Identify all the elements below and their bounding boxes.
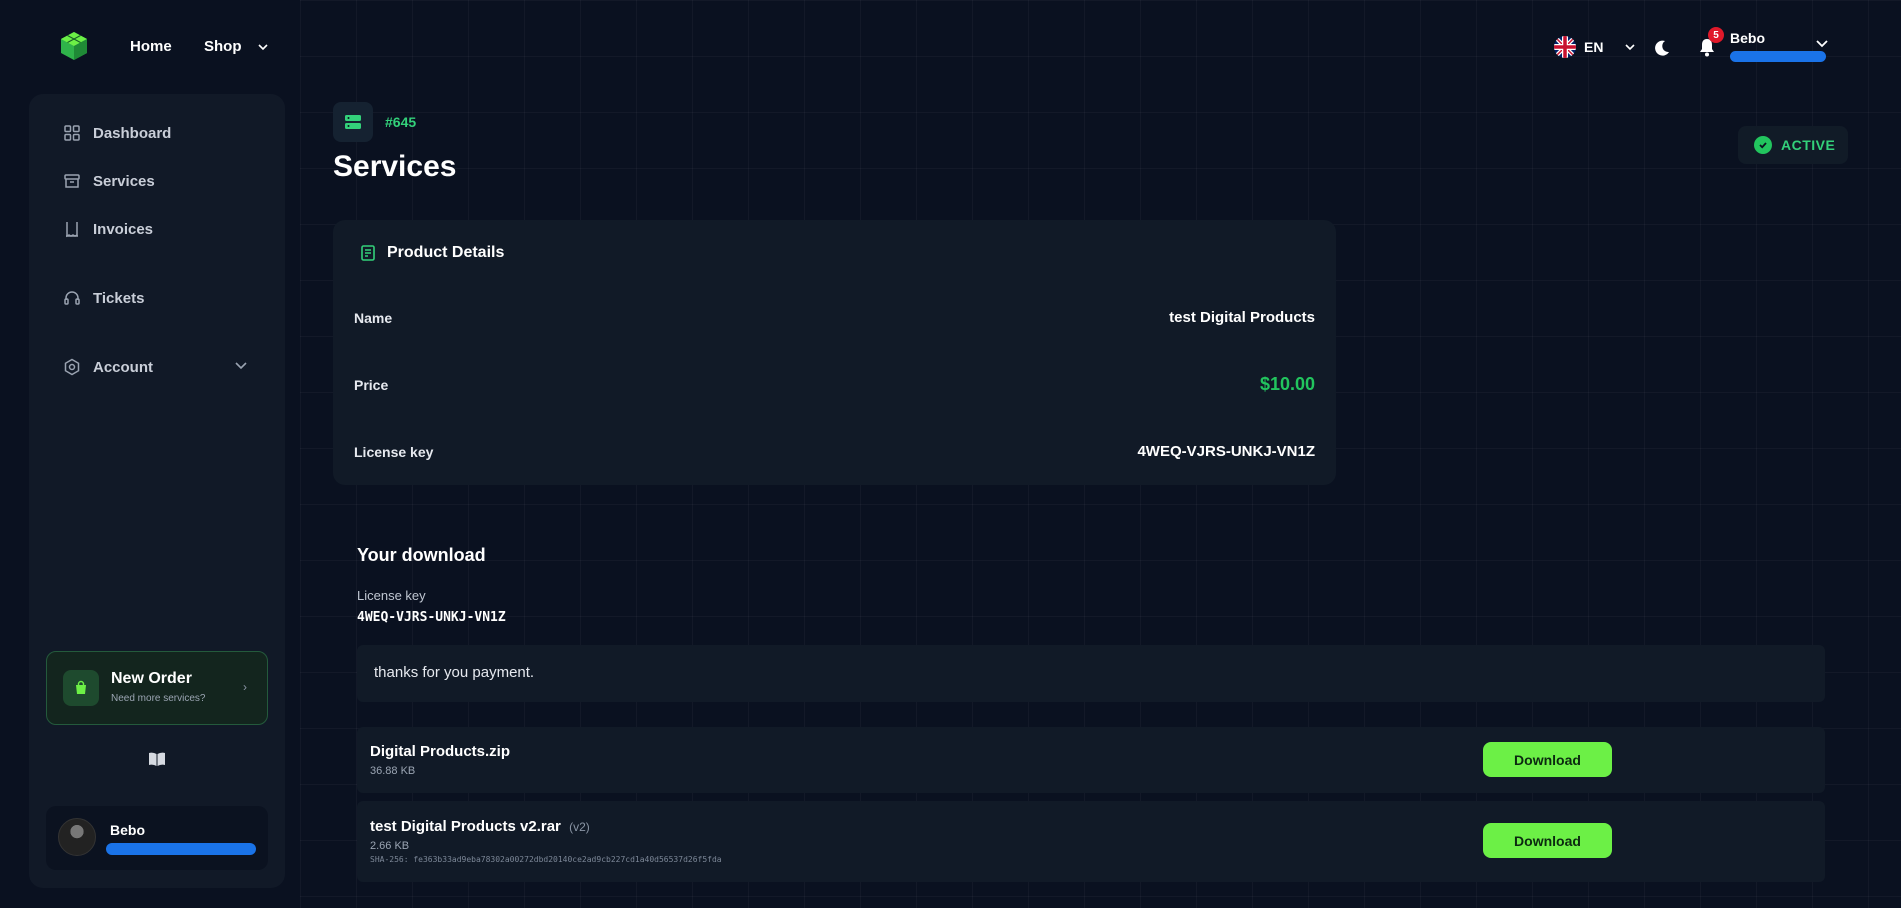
page-title: Services bbox=[333, 150, 457, 183]
sidebar-item-label: Services bbox=[93, 172, 155, 190]
file-version: (v2) bbox=[569, 820, 590, 834]
file-name: Digital Products.zip bbox=[370, 743, 510, 760]
language-code: EN bbox=[1584, 39, 1604, 55]
sidebar-item-label: Dashboard bbox=[93, 124, 172, 142]
service-id: #645 bbox=[385, 114, 417, 130]
sidebar-item-label: Account bbox=[93, 358, 153, 376]
sidebar-item-services[interactable]: Services bbox=[63, 172, 155, 190]
shopping-bag-icon bbox=[63, 670, 99, 706]
cube-logo-icon[interactable] bbox=[58, 30, 90, 62]
moon-icon[interactable] bbox=[1652, 38, 1672, 58]
product-details-card: Product Details Name test Digital Produc… bbox=[333, 220, 1336, 485]
check-circle-icon bbox=[1754, 136, 1772, 154]
sidebar-item-dashboard[interactable]: Dashboard bbox=[63, 124, 171, 142]
user-name: Bebo bbox=[110, 822, 145, 838]
download-license-label: License key bbox=[357, 588, 426, 603]
card-header: Product Details bbox=[359, 244, 504, 262]
headset-icon bbox=[64, 291, 80, 305]
file-size: 36.88 KB bbox=[370, 765, 416, 777]
name-value: test Digital Products bbox=[1169, 309, 1315, 326]
chevron-right-icon: › bbox=[243, 680, 247, 694]
chevron-down-icon[interactable] bbox=[1816, 40, 1828, 48]
download-button[interactable]: Download bbox=[1483, 742, 1612, 777]
new-order-title: New Order bbox=[111, 670, 192, 687]
receipt-icon bbox=[66, 222, 78, 238]
notification-badge: 5 bbox=[1708, 27, 1724, 43]
file-size: 2.66 KB bbox=[370, 840, 410, 852]
file-sha256: SHA-256: fe363b33ad9eba78302a00272dbd201… bbox=[370, 855, 722, 864]
grid-icon bbox=[64, 125, 80, 141]
sidebar-item-invoices[interactable]: Invoices bbox=[63, 220, 153, 238]
sidebar-item-account[interactable]: Account bbox=[63, 358, 153, 376]
download-button[interactable]: Download bbox=[1483, 823, 1612, 858]
chevron-down-icon[interactable] bbox=[235, 362, 247, 370]
sidebar-item-tickets[interactable]: Tickets bbox=[63, 289, 144, 307]
nav-shop-link[interactable]: Shop bbox=[204, 38, 268, 55]
box-icon bbox=[64, 174, 80, 188]
download-note: thanks for you payment. bbox=[357, 645, 1825, 702]
redacted-email bbox=[1730, 51, 1826, 62]
sidebar-item-label: Tickets bbox=[93, 289, 145, 307]
sidebar-collapse-icon[interactable] bbox=[147, 749, 167, 769]
document-icon bbox=[361, 245, 375, 261]
file-row: test Digital Products v2.rar (v2) 2.66 K… bbox=[357, 801, 1825, 882]
license-key-label: License key bbox=[354, 444, 434, 460]
sidebar-item-label: Invoices bbox=[93, 220, 154, 238]
file-name: test Digital Products v2.rar (v2) bbox=[370, 818, 590, 835]
new-order-subtitle: Need more services? bbox=[111, 693, 206, 704]
status-badge: ACTIVE bbox=[1738, 126, 1848, 164]
card-title: Product Details bbox=[387, 244, 505, 261]
user-name: Bebo bbox=[1730, 30, 1765, 46]
chevron-down-icon bbox=[258, 44, 268, 51]
top-navbar: Home Shop EN 5 Bebo bbox=[0, 0, 1901, 94]
gear-icon bbox=[64, 358, 80, 376]
language-selector[interactable]: EN bbox=[1554, 36, 1636, 58]
download-section-title: Your download bbox=[357, 545, 486, 565]
redacted-email bbox=[106, 843, 256, 855]
sidebar: Dashboard Services Invoices Tickets Acco… bbox=[29, 94, 285, 888]
nav-shop-label: Shop bbox=[204, 38, 242, 55]
user-menu[interactable]: Bebo bbox=[1730, 30, 1826, 62]
new-order-card[interactable]: New Order Need more services? › bbox=[46, 651, 268, 725]
avatar bbox=[58, 818, 96, 856]
chevron-down-icon bbox=[1625, 43, 1636, 50]
name-label: Name bbox=[354, 310, 393, 326]
price-label: Price bbox=[354, 377, 389, 393]
price-value: $10.00 bbox=[1259, 374, 1315, 394]
status-text: ACTIVE bbox=[1781, 137, 1836, 153]
user-profile-card[interactable]: Bebo bbox=[46, 806, 268, 870]
nav-home-link[interactable]: Home bbox=[130, 38, 172, 55]
server-icon bbox=[333, 102, 373, 142]
file-row: Digital Products.zip 36.88 KB Download bbox=[357, 727, 1825, 793]
file-name-text: test Digital Products v2.rar bbox=[370, 818, 561, 835]
license-key-value: 4WEQ-VJRS-UNKJ-VN1Z bbox=[1137, 443, 1315, 460]
download-license-value: 4WEQ-VJRS-UNKJ-VN1Z bbox=[357, 610, 506, 625]
uk-flag-icon bbox=[1554, 36, 1576, 58]
file-name-text: Digital Products.zip bbox=[370, 743, 511, 760]
